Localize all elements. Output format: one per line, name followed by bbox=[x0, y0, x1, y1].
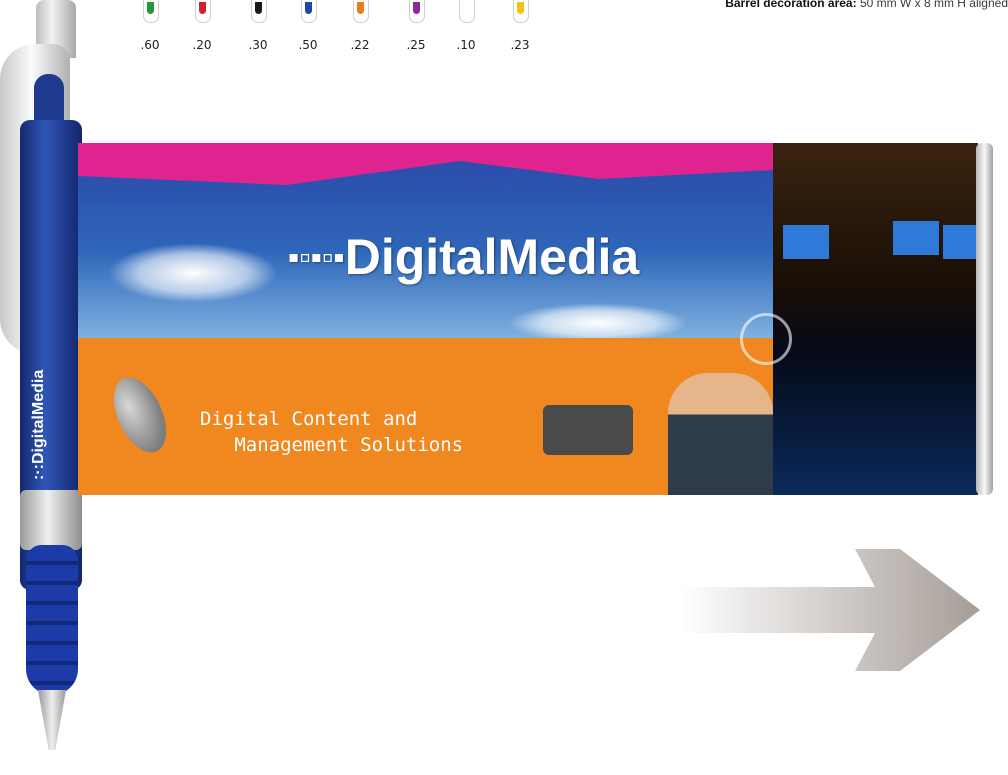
color-swatch: .10 bbox=[446, 0, 486, 60]
tv-camera-icon bbox=[543, 405, 633, 455]
ink-color-chip bbox=[357, 2, 364, 14]
color-swatch: .20 bbox=[182, 0, 222, 60]
cloud bbox=[108, 243, 278, 303]
pullout-banner: ▪▫▪▫▪DigitalMedia Digital Content and Ma… bbox=[78, 143, 993, 495]
pen-barrel-label: :·:DigitalMedia bbox=[30, 369, 47, 480]
pen-tip-icon bbox=[301, 0, 317, 23]
color-swatch: .50 bbox=[288, 0, 328, 60]
pen-tip-icon bbox=[251, 0, 267, 23]
screen bbox=[783, 225, 829, 259]
ink-color-chip bbox=[413, 2, 420, 14]
ink-color-chip bbox=[255, 2, 262, 14]
pen-tip-icon bbox=[513, 0, 529, 23]
color-code: .60 bbox=[140, 38, 160, 52]
color-code: .20 bbox=[192, 38, 212, 52]
banner-roller bbox=[976, 143, 993, 495]
banner-event-photo bbox=[773, 143, 989, 495]
color-swatch: .30 bbox=[238, 0, 278, 60]
color-code: .30 bbox=[248, 38, 268, 52]
pen-tip bbox=[38, 690, 66, 750]
brand-logo: ▪▫▪▫▪DigitalMedia bbox=[288, 228, 639, 286]
color-code: .23 bbox=[510, 38, 530, 52]
pen-tip-icon bbox=[459, 0, 475, 23]
pen-ring bbox=[20, 490, 82, 550]
color-swatch: .22 bbox=[340, 0, 380, 60]
color-swatch: .23 bbox=[500, 0, 540, 60]
color-swatches: .60 .20 .30 .50 .22 .25 .10 .23 bbox=[130, 0, 550, 60]
screen bbox=[893, 221, 939, 255]
color-code: .10 bbox=[456, 38, 476, 52]
pen-tip-icon bbox=[143, 0, 159, 23]
color-swatch: .60 bbox=[130, 0, 170, 60]
color-code: .22 bbox=[350, 38, 370, 52]
pen-tip-icon bbox=[353, 0, 369, 23]
color-code: .50 bbox=[298, 38, 318, 52]
ink-color-chip bbox=[517, 2, 524, 14]
ink-color-chip bbox=[147, 2, 154, 14]
ink-color-chip bbox=[305, 2, 312, 14]
pixel-logo-icon: ▪▫▪▫▪ bbox=[288, 239, 345, 275]
color-swatch: .25 bbox=[396, 0, 436, 60]
ink-color-chip bbox=[463, 2, 470, 14]
barrel-note-value: 50 mm W x 8 mm H aligned bbox=[859, 0, 1008, 10]
banner-tagline: Digital Content and Management Solutions bbox=[200, 408, 464, 456]
crosshair-icon bbox=[740, 313, 792, 365]
color-code: .25 bbox=[406, 38, 426, 52]
brand-text: DigitalMedia bbox=[344, 229, 640, 285]
ink-color-chip bbox=[199, 2, 206, 14]
barrel-decoration-note: Barrel decoration area: 50 mm W x 8 mm H… bbox=[725, 0, 1008, 10]
right-arrow-icon bbox=[680, 549, 980, 671]
pen-grip bbox=[26, 545, 78, 695]
pen-tip-icon bbox=[409, 0, 425, 23]
presenter-photo bbox=[668, 373, 773, 495]
cloud bbox=[508, 303, 688, 343]
pen-tip-icon bbox=[195, 0, 211, 23]
barrel-note-label: Barrel decoration area: bbox=[725, 0, 857, 10]
